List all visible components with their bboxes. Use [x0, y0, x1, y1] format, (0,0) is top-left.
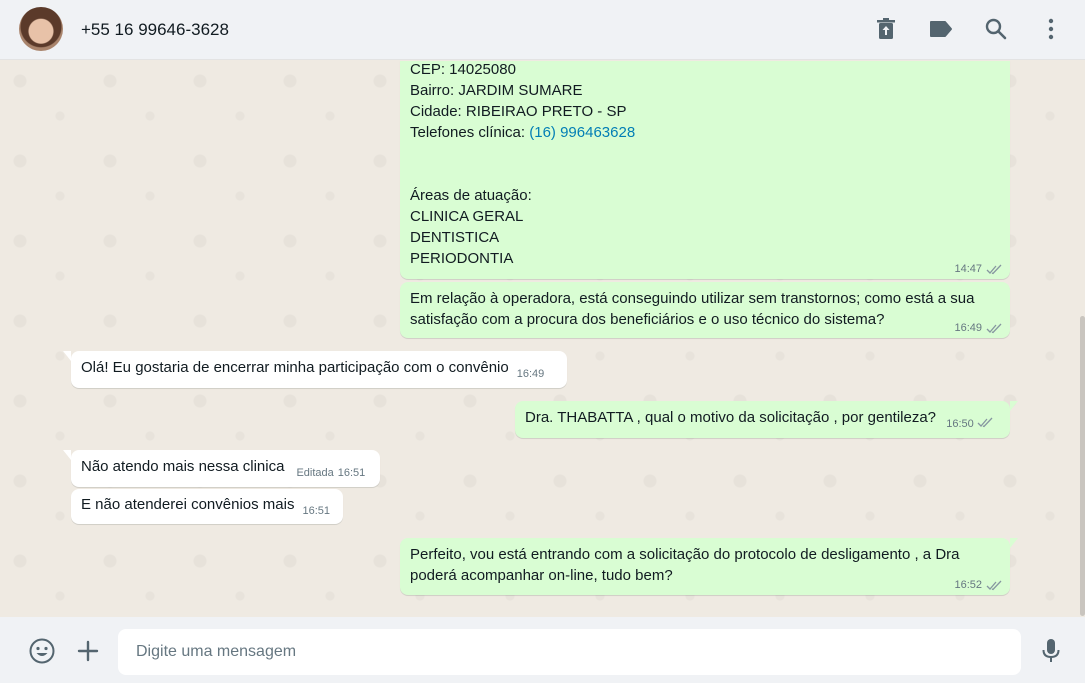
emoji-icon[interactable]: [28, 637, 56, 665]
message-meta: 14:47: [954, 262, 1002, 276]
bubble-tail: [1010, 401, 1018, 411]
bubble-tail: [63, 351, 71, 361]
edited-label: Editada: [296, 467, 334, 479]
message-time: 16:52: [954, 579, 982, 591]
message-time: 16:49: [954, 322, 982, 334]
message-input[interactable]: [118, 629, 1021, 675]
message-line: CLINICA GERAL: [410, 208, 524, 225]
message-text: Olá! Eu gostaria de encerrar minha parti…: [81, 359, 509, 376]
message-time: 16:51: [302, 505, 330, 517]
scrollbar[interactable]: [1080, 316, 1085, 616]
message-outgoing[interactable]: Em relação à operadora, está conseguindo…: [400, 282, 1010, 338]
message-line: Telefones clínica: (16) 996463628: [410, 122, 1000, 143]
message-time: 14:47: [954, 263, 982, 275]
message-text: E não atenderei convênios mais: [81, 496, 295, 513]
avatar[interactable]: [19, 7, 63, 51]
message-line: DENTISTICA: [410, 229, 500, 246]
message-time: 16:49: [516, 368, 545, 380]
bubble-tail: [1010, 538, 1018, 548]
contact-name[interactable]: +55 16 99646-3628: [81, 20, 229, 40]
message-line: Em relação à operadora, está conseguindo…: [410, 290, 975, 307]
message-text: Dra. THABATTA , qual o motivo da solicit…: [525, 409, 937, 426]
double-check-icon: [986, 264, 1002, 274]
message-line: Bairro: JARDIM SUMARE: [410, 82, 583, 99]
mic-icon[interactable]: [1037, 637, 1065, 665]
double-check-icon: [986, 580, 1002, 590]
phone-label: Telefones clínica:: [410, 124, 530, 141]
message-line: poderá acompanhar on-line, tudo bem?: [410, 567, 673, 584]
bubble-tail: [63, 450, 71, 460]
phone-link[interactable]: (16) 996463628: [529, 124, 635, 141]
message-line: Perfeito, vou está entrando com a solici…: [410, 546, 960, 563]
message-line: satisfação com a procura dos beneficiári…: [410, 311, 885, 328]
search-icon[interactable]: [983, 16, 1009, 42]
message-text: Não atendo mais nessa clinica: [81, 458, 285, 475]
message-meta: 16:52: [954, 578, 1002, 592]
message-line: Áreas de atuação:: [410, 187, 532, 204]
message-incoming[interactable]: E não atenderei convênios mais 16:51: [71, 489, 343, 524]
message-line: CEP: 14025080: [410, 61, 516, 78]
message-line: PERIODONTIA: [410, 250, 514, 267]
double-check-icon: [986, 323, 1002, 333]
delete-icon[interactable]: [873, 16, 899, 42]
double-check-icon: [977, 417, 993, 428]
message-outgoing[interactable]: CEP: 14025080 Bairro: JARDIM SUMARE Cida…: [400, 61, 1010, 279]
message-time: 16:50: [946, 418, 974, 430]
compose-bar: [0, 617, 1085, 683]
message-meta: 16:50: [946, 417, 993, 430]
menu-icon[interactable]: [1038, 16, 1064, 42]
message-incoming[interactable]: Não atendo mais nessa clinica Editada 16:5…: [63, 450, 380, 487]
chat-header: +55 16 99646-3628: [0, 0, 1085, 60]
message-outgoing[interactable]: Dra. THABATTA , qual o motivo da solicit…: [515, 401, 1018, 438]
label-icon[interactable]: [928, 16, 954, 42]
message-list[interactable]: CEP: 14025080 Bairro: JARDIM SUMARE Cida…: [0, 61, 1085, 617]
message-time: 16:51: [337, 467, 366, 479]
plus-icon[interactable]: [74, 637, 102, 665]
message-incoming[interactable]: Olá! Eu gostaria de encerrar minha parti…: [63, 351, 567, 388]
message-outgoing[interactable]: Perfeito, vou está entrando com a solici…: [400, 538, 1018, 595]
message-line: Cidade: RIBEIRAO PRETO - SP: [410, 103, 627, 120]
message-meta: 16:49: [954, 321, 1002, 335]
